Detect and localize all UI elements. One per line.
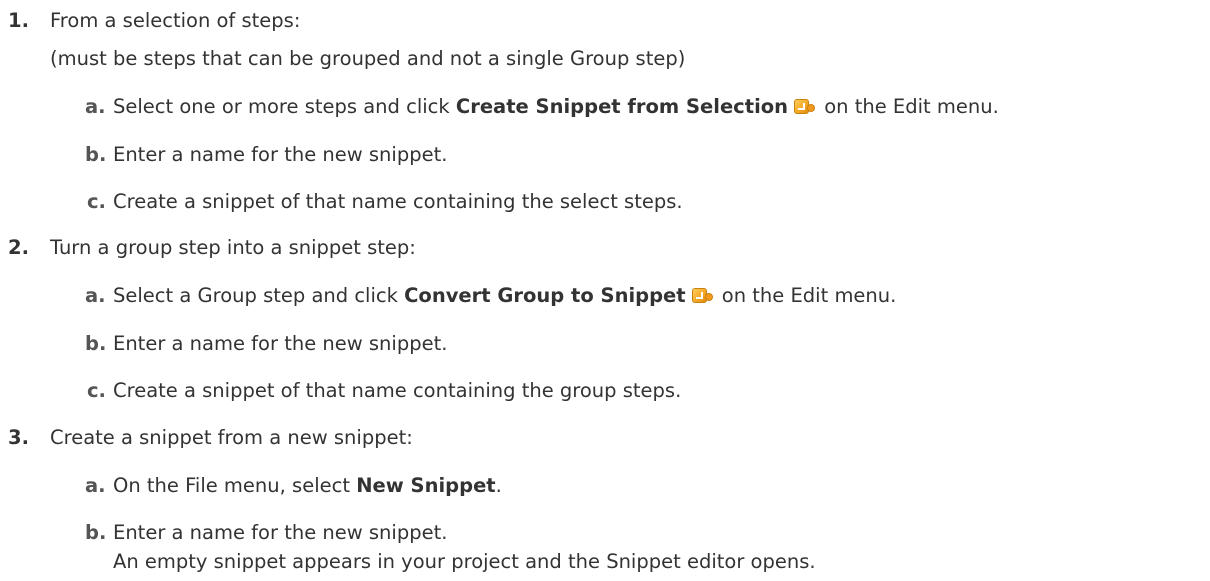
step-number: 3.	[8, 426, 29, 449]
substep-letter: b.	[85, 332, 107, 355]
menu-command-label: Create Snippet from Selection	[455, 95, 789, 118]
substep-text: Enter a name for the new snippet.	[113, 332, 448, 355]
snippet-icon	[691, 287, 714, 305]
snippet-icon	[794, 98, 816, 116]
step-note: (must be steps that can be grouped and n…	[50, 47, 686, 70]
step-number: 1.	[8, 9, 29, 32]
substep-text: Create a snippet of that name containing…	[113, 190, 683, 213]
step-text: Turn a group step into a snippet step:	[50, 236, 416, 259]
substep-note: An empty snippet appears in your project…	[113, 550, 816, 573]
substep-letter: c.	[87, 190, 106, 213]
menu-command-label: Convert Group to Snippet	[404, 284, 686, 307]
step-number: 2.	[8, 236, 29, 259]
substep-text-pre: On the File menu, select	[113, 474, 357, 497]
step-text: From a selection of steps:	[50, 9, 301, 32]
substep-text: Enter a name for the new snippet.	[113, 521, 448, 544]
substep-text: Enter a name for the new snippet.	[113, 143, 448, 166]
substep-text-post: on the Edit menu.	[818, 95, 999, 118]
substep-text-pre: Select a Group step and click	[113, 284, 405, 307]
substep-letter: c.	[87, 379, 106, 402]
substep-letter: a.	[85, 95, 106, 118]
menu-command-label: New Snippet	[356, 474, 496, 497]
substep-text: Select one or more steps and click Creat…	[113, 94, 999, 120]
substep-text-post: on the Edit menu.	[715, 284, 897, 307]
substep-text: On the File menu, select New Snippet.	[113, 473, 502, 499]
substep-text-pre: Select one or more steps and click	[113, 95, 456, 118]
substep-letter: a.	[85, 474, 106, 497]
substep-letter: b.	[85, 143, 107, 166]
substep-letter: a.	[85, 284, 106, 307]
substep-text: Create a snippet of that name containing…	[113, 379, 682, 402]
substep-text-post: .	[495, 474, 502, 497]
substep-text: Select a Group step and click Convert Gr…	[113, 283, 896, 309]
step-text: Create a snippet from a new snippet:	[50, 426, 413, 449]
substep-letter: b.	[85, 521, 107, 544]
